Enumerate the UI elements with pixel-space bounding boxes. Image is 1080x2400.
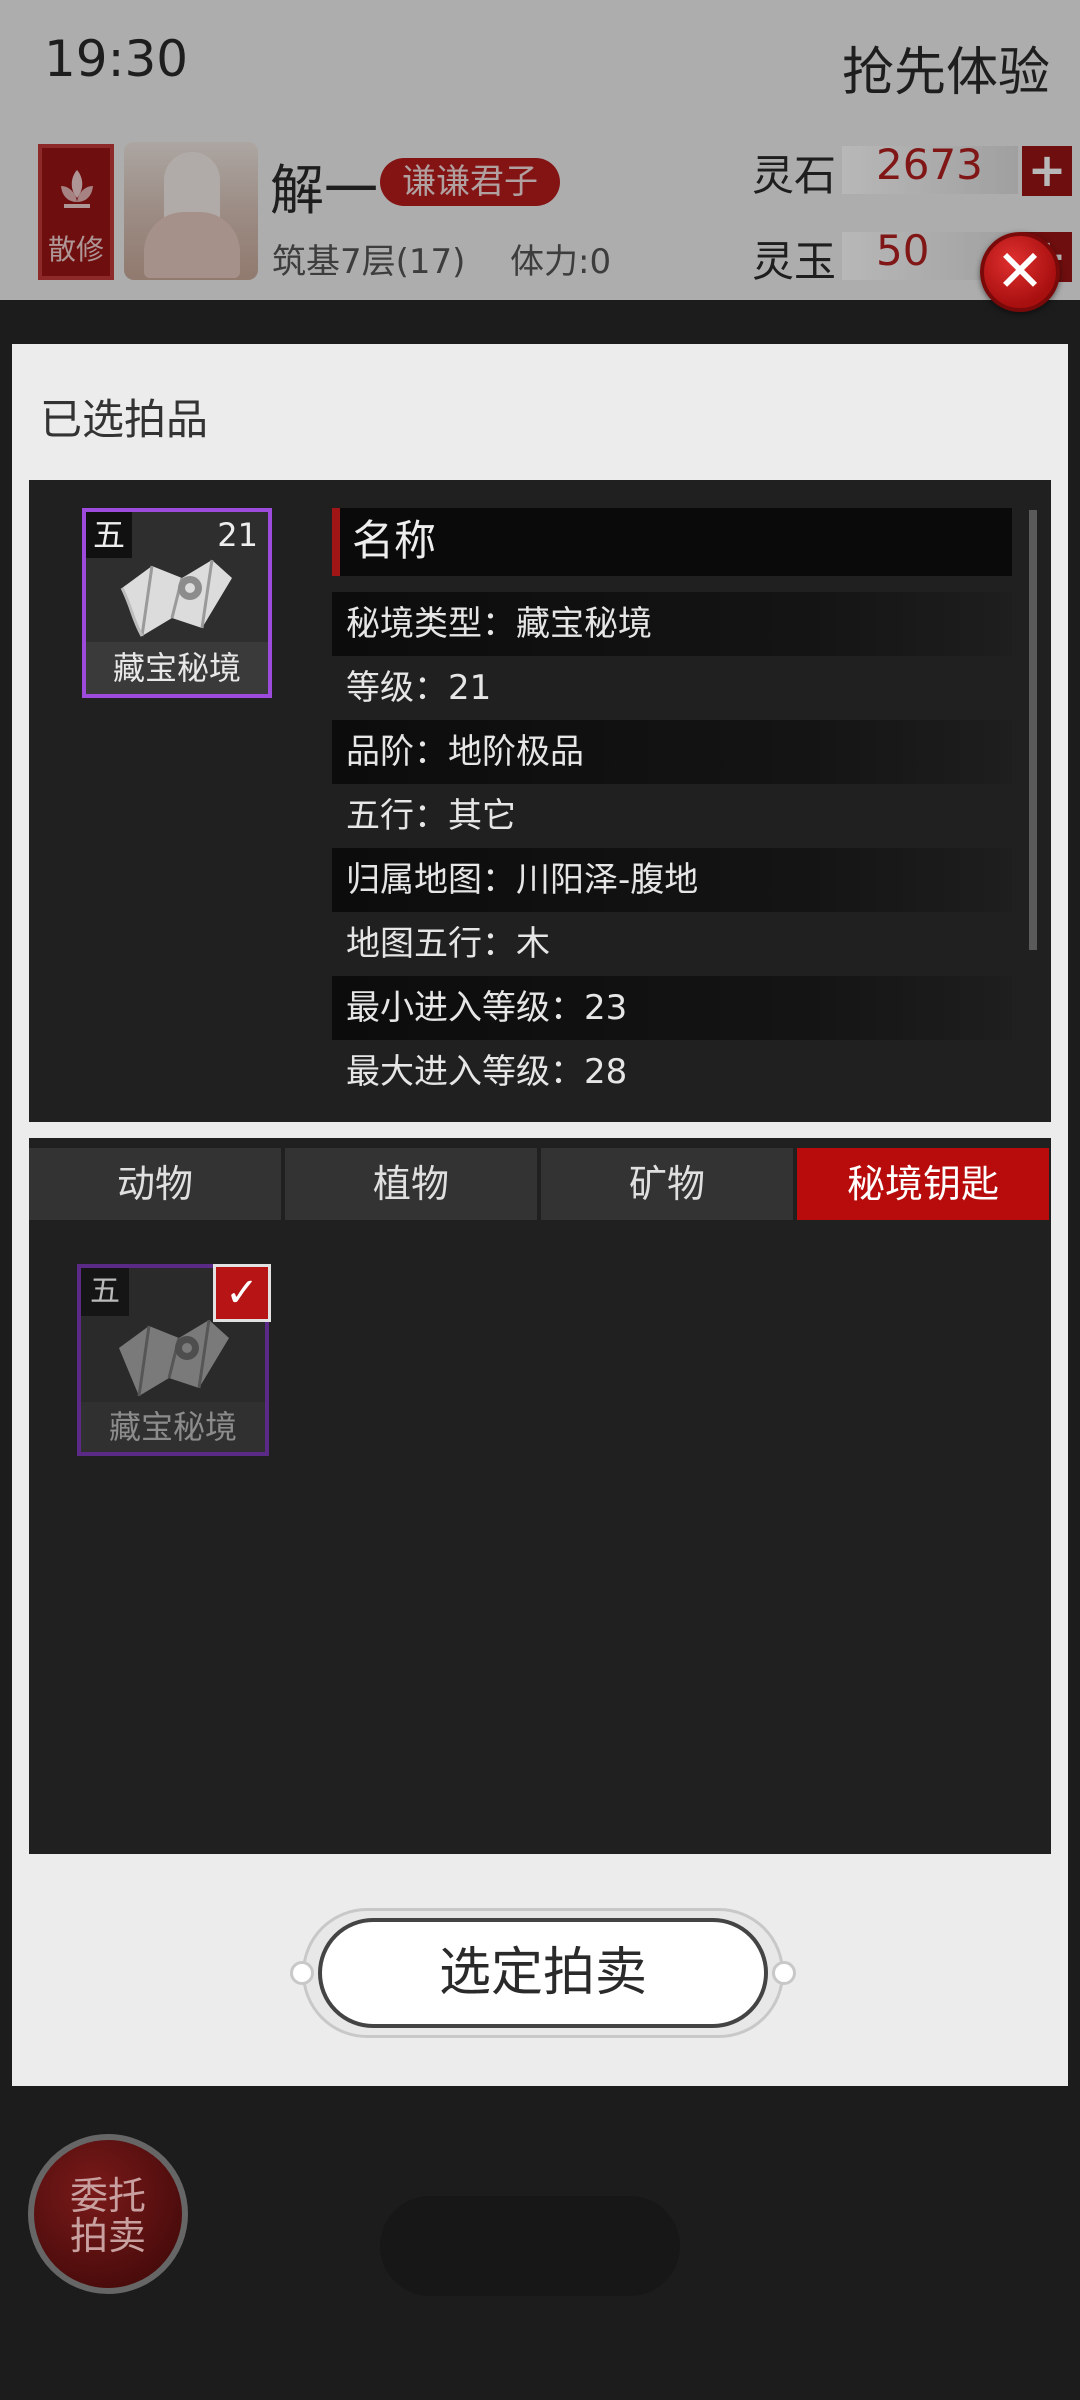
treasure-map-icon [119, 1319, 229, 1397]
property-row: 等级：21 [346, 668, 492, 708]
spirit-jade-label: 灵玉 [752, 237, 837, 286]
add-spirit-stone-button[interactable]: + [1022, 146, 1072, 196]
property-row: 秘境类型：藏宝秘境 [332, 592, 1012, 656]
selected-item-card[interactable]: 五 21 藏宝秘境 [82, 508, 272, 698]
early-access-label: 抢先体验 [841, 43, 1050, 103]
confirm-auction-button[interactable]: 选定拍卖 [318, 1918, 768, 2028]
tab-minerals[interactable]: 矿物 [541, 1148, 793, 1220]
list-item[interactable]: 五 藏宝秘境 ✓ [77, 1264, 271, 1456]
modal-title: 已选拍品 [40, 395, 209, 444]
consign-auction-button[interactable]: 委托 拍卖 [28, 2134, 188, 2294]
spirit-stone-label: 灵石 [752, 151, 837, 200]
property-row: 地图五行：木 [346, 924, 550, 964]
player-name: 解一 [270, 159, 378, 222]
consign-label-line2: 拍卖 [69, 2214, 146, 2258]
avatar-robe [144, 212, 240, 278]
treasure-map-icon [120, 559, 232, 637]
property-row: 五行：其它 [346, 796, 516, 836]
decor-dot [290, 1961, 314, 1985]
spirit-stone-value: 2673 [876, 140, 983, 189]
property-row: 最小进入等级：23 [332, 976, 1012, 1040]
checkmark-icon[interactable]: ✓ [213, 1264, 271, 1322]
tab-secret-realm-keys[interactable]: 秘境钥匙 [797, 1148, 1049, 1220]
avatar[interactable] [124, 142, 258, 280]
properties-header: 名称 [332, 508, 1012, 576]
top-header: 19:30 抢先体验 散修 解一 谦谦君子 筑基7层(17) 体力:0 灵石 2… [0, 0, 1080, 300]
tab-plants[interactable]: 植物 [285, 1148, 537, 1220]
item-name: 藏宝秘境 [86, 642, 268, 694]
sect-label: 散修 [47, 233, 104, 266]
spirit-jade-value: 50 [876, 226, 930, 275]
property-row: 品阶：地阶极品 [332, 720, 1012, 784]
item-list-panel: 动物 植物 矿物 秘境钥匙 五 藏宝秘境 ✓ [29, 1138, 1051, 1854]
property-row: 归属地图：川阳泽-腹地 [332, 848, 1012, 912]
item-properties: 名称 秘境类型：藏宝秘境 等级：21 品阶：地阶极品 五行：其它 归属地图：川阳… [332, 508, 1012, 1088]
decor-dot [772, 1961, 796, 1985]
stamina-value: 体力:0 [510, 242, 612, 282]
properties-scrollbar[interactable] [1029, 510, 1037, 950]
background-bar [380, 2196, 680, 2296]
tab-animals[interactable]: 动物 [29, 1148, 281, 1220]
player-level: 筑基7层(17) [272, 242, 466, 282]
property-row: 最大进入等级：28 [346, 1052, 628, 1088]
item-name: 藏宝秘境 [81, 1402, 265, 1452]
consign-label-line1: 委托 [69, 2174, 146, 2218]
item-detail-panel: 五 21 藏宝秘境 名称 秘境类型：藏宝秘境 等级：21 品阶：地阶极品 五行：… [29, 480, 1051, 1122]
selected-item-modal: 已选拍品 五 21 藏宝秘境 名称 秘境类型：藏宝秘境 等级：21 品阶：地阶极… [12, 344, 1068, 2086]
status-time: 19:30 [44, 30, 189, 88]
player-title-badge: 谦谦君子 [380, 158, 560, 206]
lotus-icon [61, 170, 93, 208]
close-icon[interactable]: ✕ [980, 232, 1060, 312]
sect-badge[interactable]: 散修 [38, 144, 114, 280]
